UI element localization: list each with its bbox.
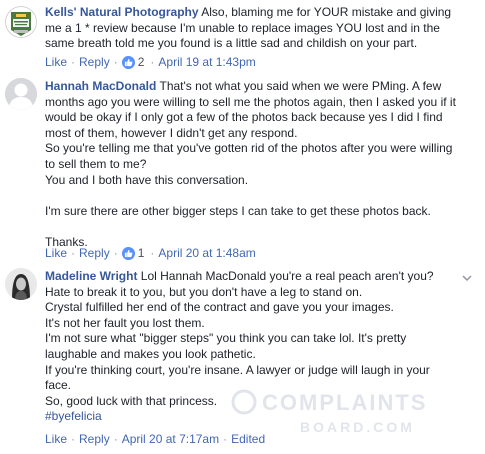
separator-dot: · — [113, 55, 118, 69]
comment-first-line: Hannah MacDonald That's not what you sai… — [45, 79, 475, 95]
edited-label[interactable]: Edited — [231, 432, 265, 446]
reply-link[interactable]: Reply — [79, 246, 110, 260]
avatar[interactable] — [5, 6, 37, 38]
hashtag-link[interactable]: #byefelicia — [45, 409, 475, 425]
separator-dot: · — [71, 432, 76, 446]
comment-text-line: to sell them to me? — [45, 156, 147, 171]
comment-text-line: Hate to break it to you, but you don't h… — [45, 284, 363, 299]
comment-body: Kells' Natural Photography Also, blaming… — [45, 5, 475, 52]
chevron-down-icon[interactable] — [461, 272, 473, 284]
thumbs-up-icon[interactable] — [121, 246, 135, 260]
separator-dot: · — [71, 55, 76, 69]
comment-timestamp[interactable]: April 20 at 1:48am — [158, 246, 255, 260]
comment-text-line: same breath told me you found is a littl… — [45, 36, 418, 51]
comment-actions: Like · Reply · April 20 at 7:17am · Edit… — [45, 432, 265, 446]
comment-text: Also, blaming me for YOUR mistake and gi… — [201, 5, 452, 19]
separator-dot: · — [113, 246, 118, 260]
comment-text: Lol Hannah MacDonald you're a real peach… — [140, 269, 434, 283]
separator-dot: · — [113, 432, 118, 446]
separator-dot: · — [150, 246, 155, 260]
reaction-count[interactable]: 2 — [138, 55, 145, 69]
comment-timestamp[interactable]: April 20 at 7:17am — [122, 432, 219, 446]
default-profile-icon — [5, 78, 37, 110]
comment-text-line: would be okay if I only got a few of the… — [45, 110, 443, 125]
comment-text-line: laughable and makes you look pathetic. — [45, 346, 256, 361]
comment-first-line: Kells' Natural Photography Also, blaming… — [45, 5, 475, 21]
comment-text: That's not what you said when we were PM… — [159, 79, 442, 93]
comment-timestamp[interactable]: April 19 at 1:43pm — [158, 55, 255, 69]
reaction-count[interactable]: 1 — [138, 246, 145, 260]
comment-text-line: So you're telling me that you've gotten … — [45, 141, 453, 156]
comment-body: Madeline Wright Lol Hannah MacDonald you… — [45, 269, 475, 425]
comment-text-line: I'm sure there are other bigger steps I … — [45, 203, 431, 218]
like-link[interactable]: Like — [45, 55, 67, 69]
comment-text-line: Crystal fulfilled her end of the contrac… — [45, 300, 394, 315]
reply-link[interactable]: Reply — [79, 55, 110, 69]
comment-text-line: It's not her fault you lost them. — [45, 315, 205, 330]
comment-actions: Like · Reply · 1 · April 20 at 1:48am — [45, 246, 256, 260]
avatar[interactable] — [5, 268, 37, 300]
comment-text-line: most of them, however I didn't get any r… — [45, 125, 298, 140]
comment-author[interactable]: Madeline Wright — [45, 269, 137, 283]
comment-text-line: months ago you were willing to sell me t… — [45, 94, 456, 109]
readers-choice-badge-icon — [5, 6, 37, 38]
separator-dot: · — [223, 432, 228, 446]
comment-text-line: So, good luck with that princess. — [45, 393, 218, 408]
comment-text-line: me a 1 * review because I'm unable to re… — [45, 20, 440, 35]
comment-text-line: If you're thinking court, you're insane.… — [45, 362, 430, 377]
comment-actions: Like · Reply · 2 · April 19 at 1:43pm — [45, 55, 256, 69]
reply-link[interactable]: Reply — [79, 432, 110, 446]
thumbs-up-icon[interactable] — [121, 55, 135, 69]
comment-author[interactable]: Hannah MacDonald — [45, 79, 156, 93]
comment-text-line: You and I both have this conversation. — [45, 172, 249, 187]
avatar[interactable] — [5, 78, 37, 110]
comment-text-line: face. — [45, 378, 72, 393]
comment-body: Hannah MacDonald That's not what you sai… — [45, 79, 475, 251]
profile-photo-icon — [5, 268, 37, 300]
comment-text-line: I'm not sure what "bigger steps" you thi… — [45, 331, 407, 346]
like-link[interactable]: Like — [45, 432, 67, 446]
separator-dot: · — [150, 55, 155, 69]
separator-dot: · — [71, 246, 76, 260]
like-link[interactable]: Like — [45, 246, 67, 260]
comment-first-line: Madeline Wright Lol Hannah MacDonald you… — [45, 269, 475, 285]
comment-author[interactable]: Kells' Natural Photography — [45, 5, 199, 19]
